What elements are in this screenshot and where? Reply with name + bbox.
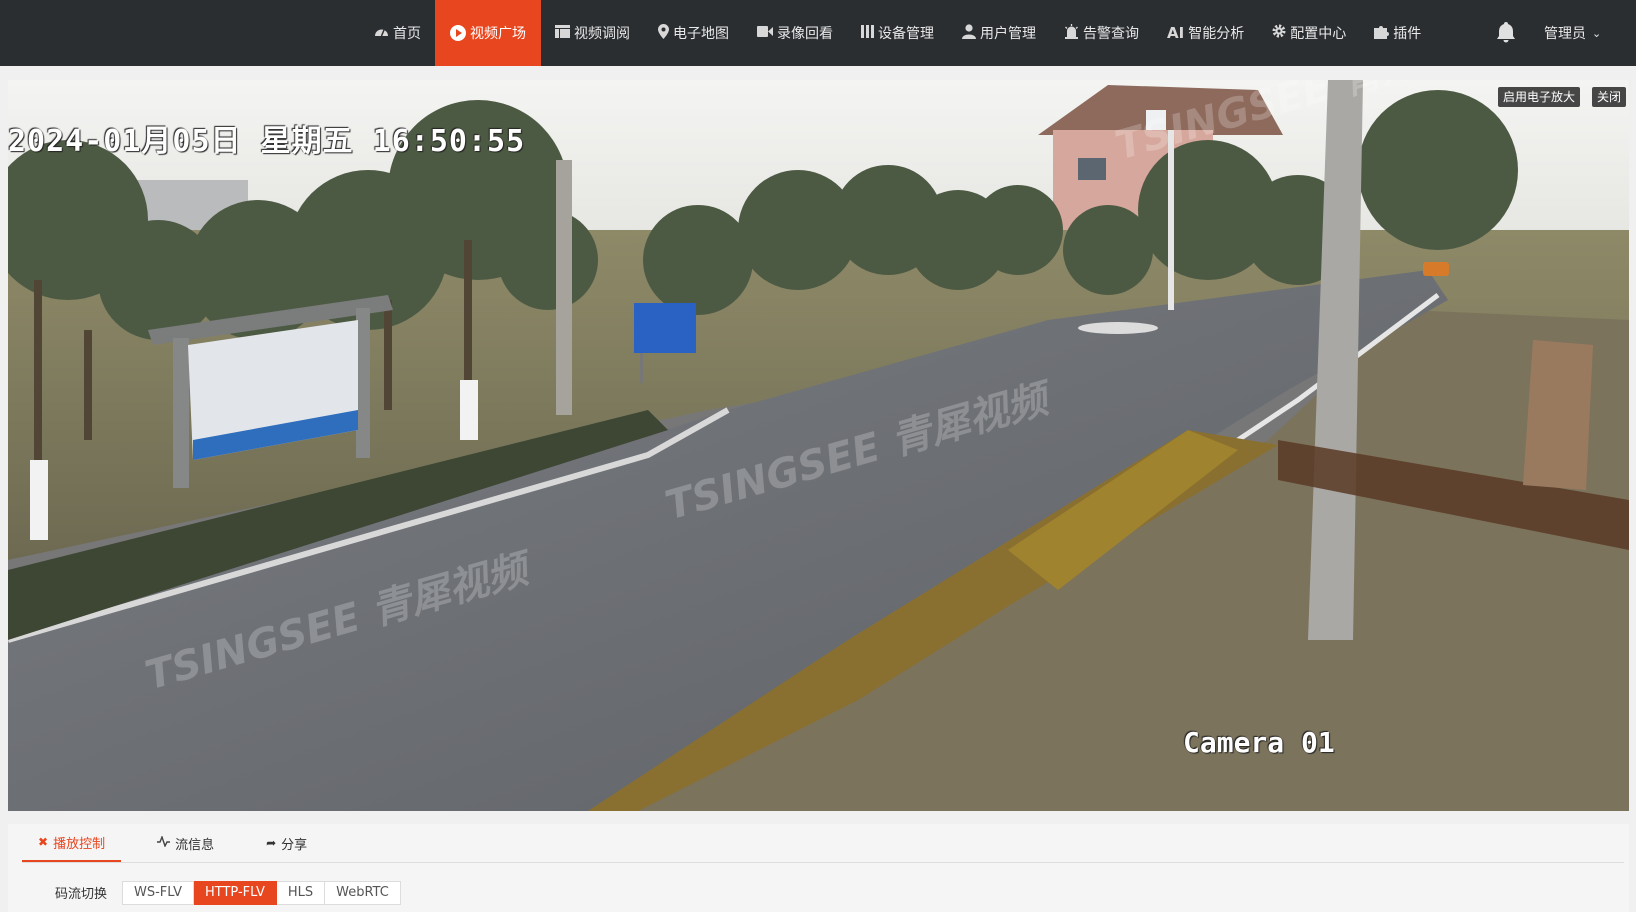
stream-option-webrtc[interactable]: WebRTC	[325, 881, 401, 905]
tab-stream-info[interactable]: 流信息	[141, 824, 230, 862]
bell-icon[interactable]	[1494, 20, 1518, 44]
digital-zoom-button[interactable]: 启用电子放大	[1498, 87, 1581, 107]
gear-icon	[1272, 24, 1286, 42]
osd-camera-name: Camera 01	[1183, 726, 1335, 759]
nav-item-label: 用户管理	[980, 26, 1036, 42]
alarm-icon	[1064, 23, 1079, 43]
nav-item-label: 电子地图	[673, 26, 729, 42]
stream-option-hls[interactable]: HLS	[276, 881, 326, 905]
play-circle-icon	[450, 25, 466, 41]
user-name: 管理员	[1544, 26, 1586, 42]
tab-label: 流信息	[175, 837, 215, 853]
nav-item-video-square[interactable]: 视频广场	[435, 0, 541, 66]
stream-switch-label: 码流切换	[55, 887, 108, 902]
close-video-button[interactable]: 关闭	[1592, 87, 1627, 107]
panel-tabs: ✖ 播放控制 流信息 ➦ 分享	[22, 824, 343, 862]
nav-item-label: 告警查询	[1083, 26, 1139, 42]
grid-icon	[555, 24, 570, 42]
dashboard-icon	[374, 25, 389, 42]
tools-icon: ✖	[38, 835, 49, 849]
nav-item-label: 智能分析	[1188, 26, 1245, 42]
user-menu[interactable]: 管理员 ⌄	[1544, 0, 1601, 66]
nav-item-label: 设备管理	[878, 26, 934, 42]
stream-option-ws-flv[interactable]: WS-FLV	[122, 881, 194, 905]
tab-share[interactable]: ➦ 分享	[250, 824, 323, 862]
tab-label: 播放控制	[53, 836, 106, 852]
camera-feed-scene	[8, 80, 1629, 811]
device-icon	[861, 24, 874, 42]
nav-item-alarm-query[interactable]: 告警查询	[1050, 0, 1153, 66]
osd-timestamp: 2024-01月05日 星期五 16:50:55	[8, 124, 526, 159]
ai-icon: AI	[1167, 24, 1185, 42]
tab-label: 分享	[281, 837, 308, 853]
share-icon: ➦	[266, 836, 277, 850]
stream-option-http-flv[interactable]: HTTP-FLV	[193, 881, 277, 905]
video-camera-icon	[757, 25, 773, 41]
nav-item-label: 插件	[1393, 26, 1422, 42]
top-navbar: 首页 视频广场 视频调阅 电子地图 录像回看 设备管理 用户管理 告警查询 AI…	[0, 0, 1636, 66]
puzzle-icon	[1374, 24, 1390, 43]
nav-item-label: 视频广场	[470, 26, 526, 42]
video-player[interactable]: TSINGSEE 青犀视频 TSINGSEE 青犀视频 TSINGSEE 青犀视…	[8, 80, 1629, 811]
nav-item-home[interactable]: 首页	[360, 0, 435, 66]
nav-item-plugins[interactable]: 插件	[1360, 0, 1435, 66]
nav-item-video-review[interactable]: 视频调阅	[541, 0, 644, 66]
nav-item-user-management[interactable]: 用户管理	[948, 0, 1050, 66]
nav-item-playback[interactable]: 录像回看	[743, 0, 847, 66]
chevron-down-icon: ⌄	[1592, 26, 1602, 40]
nav-item-device-management[interactable]: 设备管理	[847, 0, 948, 66]
tab-playback-control[interactable]: ✖ 播放控制	[22, 824, 122, 862]
stream-switch-group: WS-FLV HTTP-FLV HLS WebRTC	[122, 881, 401, 905]
nav-item-label: 首页	[393, 26, 421, 42]
nav-item-label: 视频调阅	[574, 26, 630, 42]
control-panel: ✖ 播放控制 流信息 ➦ 分享 码流切换 WS-FLV HTTP-FLV HLS…	[8, 824, 1629, 912]
nav-item-label: 录像回看	[777, 26, 833, 42]
map-pin-icon	[658, 23, 669, 43]
nav-item-label: 配置中心	[1290, 26, 1347, 42]
nav-item-config-center[interactable]: 配置中心	[1258, 0, 1360, 66]
nav-item-e-map[interactable]: 电子地图	[644, 0, 743, 66]
tab-divider	[22, 862, 1624, 863]
nav-menu: 首页 视频广场 视频调阅 电子地图 录像回看 设备管理 用户管理 告警查询 AI…	[360, 0, 1435, 66]
nav-item-ai-analysis[interactable]: AI 智能分析	[1153, 0, 1258, 66]
user-icon	[962, 23, 976, 43]
pulse-icon	[157, 834, 171, 850]
